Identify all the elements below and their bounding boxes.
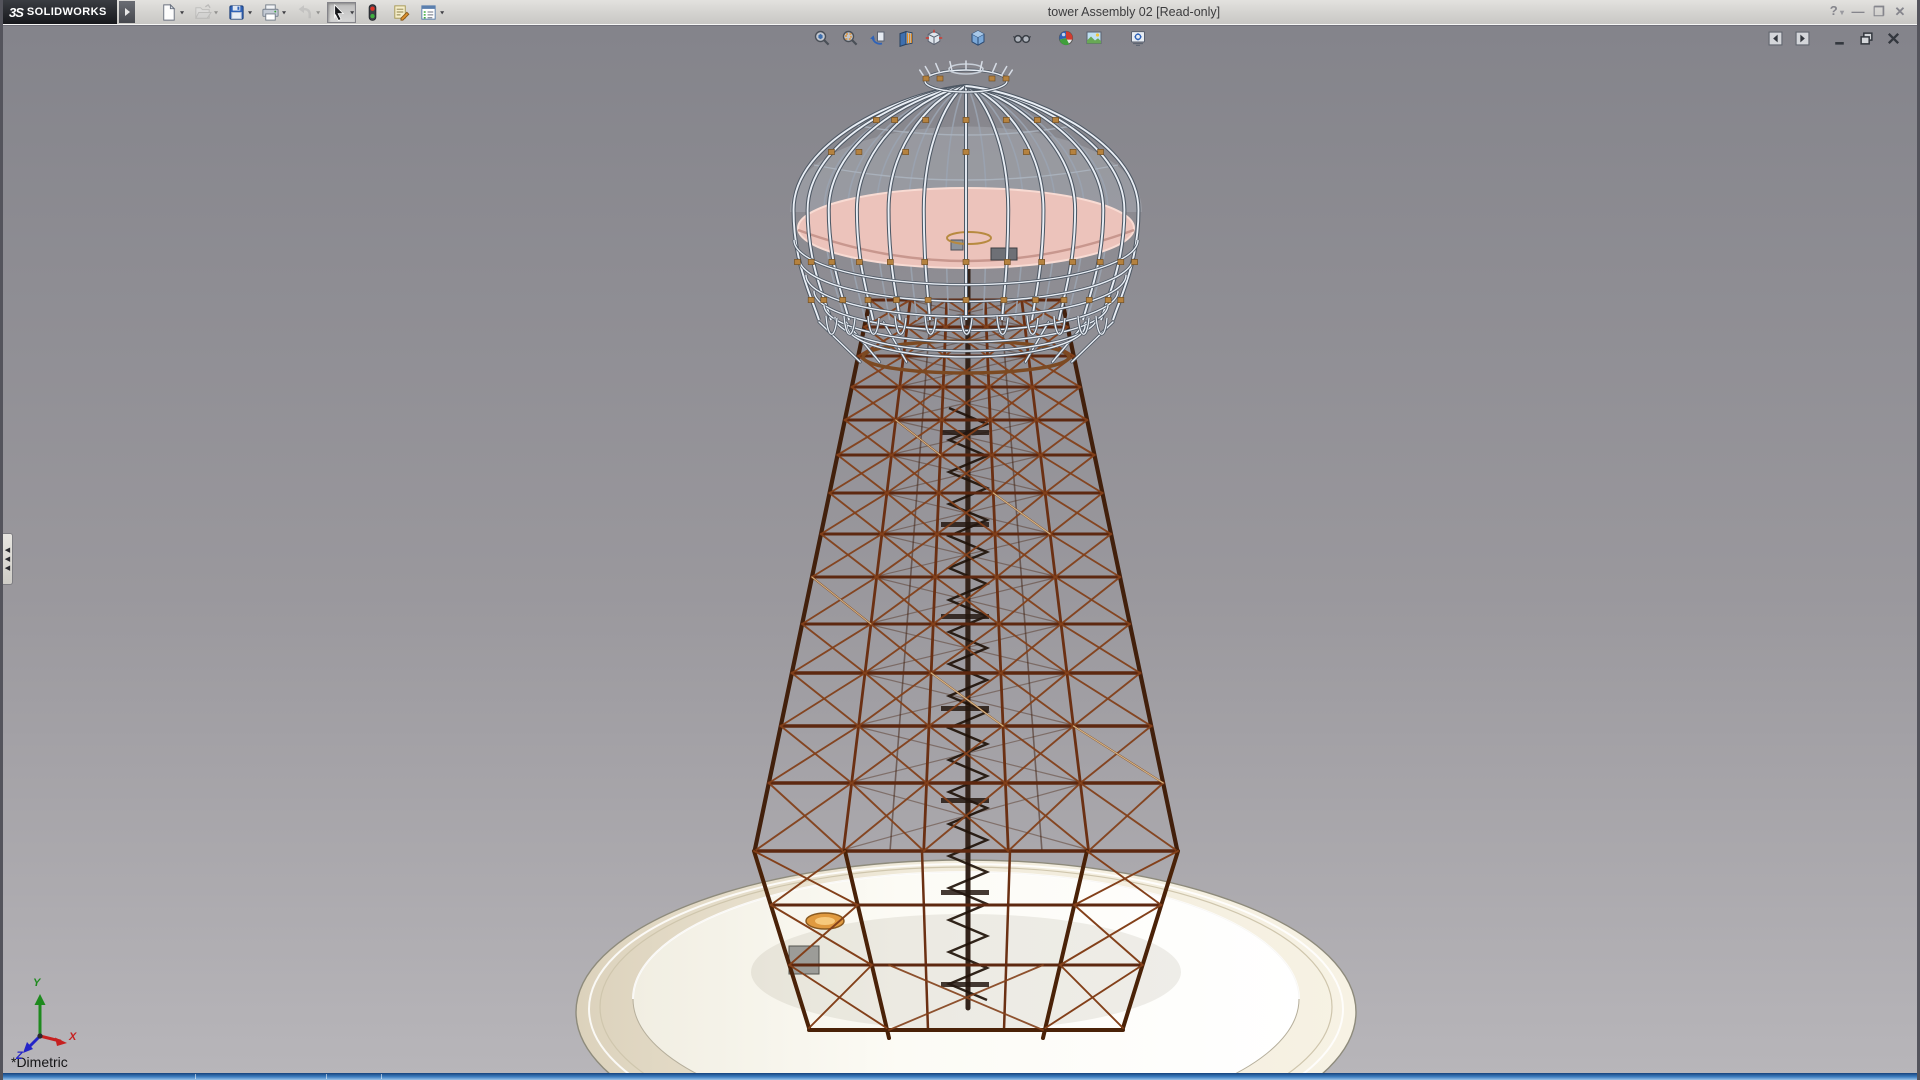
collapse-arrow-icon: ◀ (5, 547, 10, 554)
save-dropdown-arrow[interactable]: ▾ (248, 8, 252, 15)
minimize-document-button[interactable] (1830, 28, 1849, 49)
title-area: tower Assembly 02 [Read-only] (446, 5, 1822, 19)
options-icon (419, 3, 438, 22)
hide-show-items-icon (1013, 29, 1031, 47)
view-orientation-button[interactable] (923, 27, 945, 48)
document-window-controls (1766, 28, 1903, 49)
print-button[interactable]: ▾ (259, 2, 288, 23)
close-document-button[interactable] (1884, 28, 1903, 49)
triad-y-label: Y (33, 977, 40, 989)
section-view-icon (897, 29, 915, 47)
featuremanager-collapsed-tab[interactable]: ◀ ◀ ◀ (3, 533, 13, 585)
rebuild-button[interactable] (361, 2, 384, 23)
apply-scene-button[interactable] (1083, 27, 1105, 48)
display-style-button[interactable] (967, 27, 989, 48)
status-bar (3, 1073, 1917, 1080)
ds-logo-mark: 3S (9, 5, 23, 20)
apply-scene-icon (1085, 29, 1103, 47)
help-button[interactable]: ? ▾ (1830, 1, 1844, 23)
select-dropdown-arrow[interactable]: ▾ (350, 8, 354, 15)
statusbar-divider (381, 1074, 382, 1079)
zoom-to-area-button[interactable] (839, 27, 861, 48)
triad-z-label: Z (16, 1050, 23, 1062)
previous-window-icon (1768, 31, 1783, 46)
hide-show-items-button[interactable] (1011, 27, 1033, 48)
select-icon (329, 3, 348, 22)
select-button[interactable]: ▾ (327, 2, 356, 23)
new-document-button[interactable]: ▾ (157, 2, 186, 23)
solidworks-logo: 3S SOLIDWORKS (3, 0, 117, 24)
view-settings-button[interactable] (1127, 27, 1149, 48)
main-toolbar: ▾ ▾ ▾ ▾ ▾ ▾ ▾ (157, 2, 446, 23)
restore-window-button[interactable]: ❐ (1872, 2, 1886, 22)
restore-document-button[interactable] (1857, 28, 1876, 49)
model-viewport[interactable] (3, 0, 1917, 1080)
menu-flyout-arrow[interactable] (119, 1, 135, 23)
minimize-window-button[interactable]: — (1851, 2, 1865, 22)
print-dropdown-arrow[interactable]: ▾ (282, 8, 286, 15)
options-dropdown-arrow[interactable]: ▾ (440, 8, 444, 15)
undo-dropdown-arrow[interactable]: ▾ (316, 8, 320, 15)
statusbar-divider (326, 1074, 327, 1079)
section-view-button[interactable] (895, 27, 917, 48)
next-window-button[interactable] (1793, 28, 1812, 49)
rebuild-icon (363, 3, 382, 22)
headsup-view-toolbar (811, 27, 1149, 48)
new-document-icon (159, 3, 178, 22)
undo-icon (295, 3, 314, 22)
triad-x-label: X (69, 1031, 76, 1043)
file-properties-button[interactable] (389, 2, 412, 23)
document-title: tower Assembly 02 [Read-only] (1048, 5, 1220, 19)
zoom-to-fit-button[interactable] (811, 27, 833, 48)
view-orientation-icon (925, 29, 943, 47)
close-document-icon (1886, 31, 1901, 46)
collapse-arrow-icon: ◀ (5, 565, 10, 572)
options-button[interactable]: ▾ (417, 2, 446, 23)
restore-document-icon (1859, 31, 1874, 46)
statusbar-divider (195, 1074, 196, 1079)
print-icon (261, 3, 280, 22)
save-icon (227, 3, 246, 22)
collapse-arrow-icon: ◀ (5, 556, 10, 563)
edit-appearance-icon (1057, 29, 1075, 47)
zoom-to-fit-icon (813, 29, 831, 47)
display-style-icon (969, 29, 987, 47)
save-button[interactable]: ▾ (225, 2, 254, 23)
previous-view-button[interactable] (867, 27, 889, 48)
open-document-icon (193, 3, 212, 22)
file-properties-icon (391, 3, 410, 22)
help-dropdown-arrow[interactable]: ▾ (1838, 8, 1844, 17)
undo-button[interactable]: ▾ (293, 2, 322, 23)
brand-label: SOLIDWORKS (27, 6, 107, 18)
view-settings-icon (1129, 29, 1147, 47)
previous-window-button[interactable] (1766, 28, 1785, 49)
previous-view-icon (869, 29, 887, 47)
titlebar-controls: ? ▾ — ❐ ✕ (1830, 1, 1907, 23)
edit-appearance-button[interactable] (1055, 27, 1077, 48)
zoom-to-area-icon (841, 29, 859, 47)
close-window-button[interactable]: ✕ (1893, 2, 1907, 22)
open-document-button[interactable]: ▾ (191, 2, 220, 23)
minimize-document-icon (1832, 31, 1847, 46)
new-document-dropdown-arrow[interactable]: ▾ (180, 8, 184, 15)
solidworks-window: 3S SOLIDWORKS ▾ ▾ ▾ ▾ ▾ ▾ ▾ tower Assembly 02 … (0, 0, 1920, 1080)
title-bar: 3S SOLIDWORKS ▾ ▾ ▾ ▾ ▾ ▾ ▾ tower Assembly 02 … (3, 0, 1917, 24)
open-document-dropdown-arrow[interactable]: ▾ (214, 8, 218, 15)
next-window-icon (1795, 31, 1810, 46)
